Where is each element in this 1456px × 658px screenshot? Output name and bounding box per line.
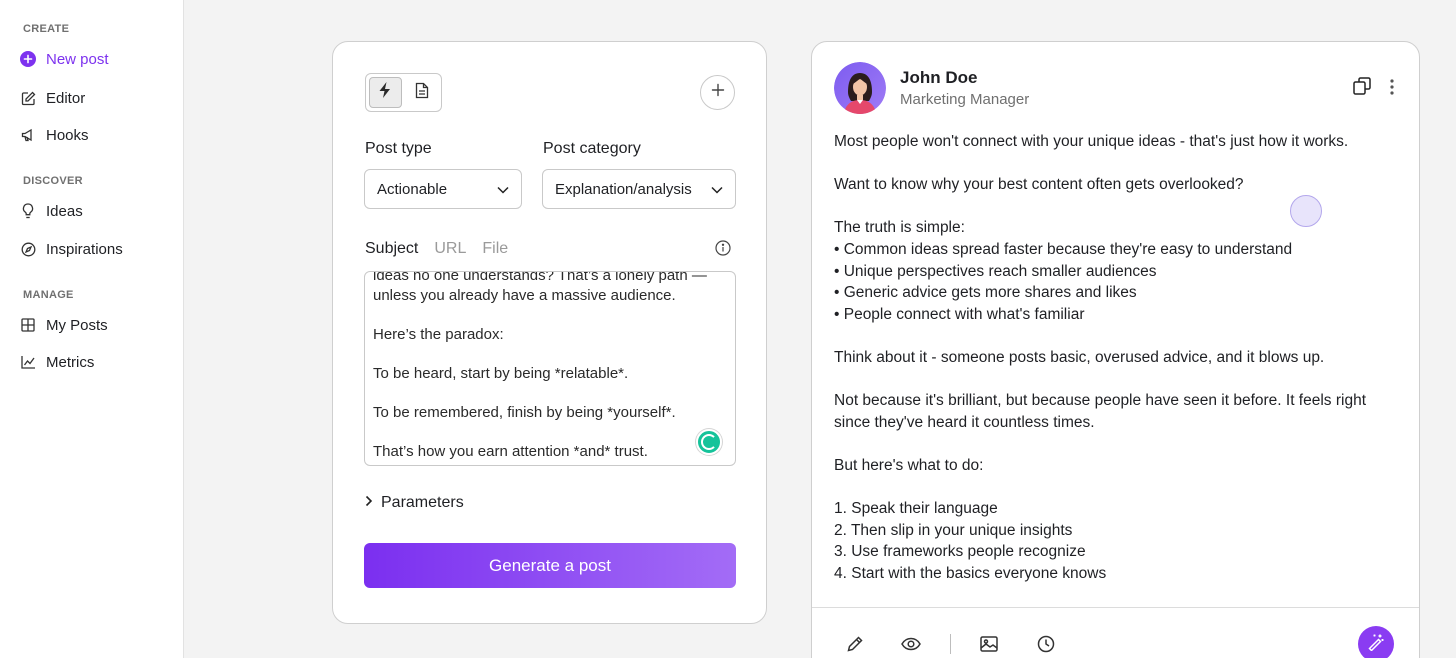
chevron-down-icon <box>497 181 509 198</box>
tab-file[interactable]: File <box>482 240 508 258</box>
sidebar-item-inspirations[interactable]: Inspirations <box>20 236 123 262</box>
post-line: 2. Then slip in your unique insights <box>834 521 1073 539</box>
preview-toolbar <box>812 607 1419 658</box>
grammarly-icon[interactable] <box>696 429 722 455</box>
document-icon <box>415 82 429 104</box>
section-label-create: CREATE <box>23 23 70 35</box>
chevron-right-icon <box>365 494 373 512</box>
toolbar-divider <box>950 634 951 654</box>
post-line: Most people won't connect with your uniq… <box>834 133 1349 150</box>
cursor-indicator <box>1290 195 1322 227</box>
post-line: 1. Speak their language <box>834 500 998 518</box>
post-line <box>834 477 1394 499</box>
sidebar-item-hooks[interactable]: Hooks <box>20 122 89 148</box>
post-line <box>834 325 1394 347</box>
plus-circle-icon <box>20 51 36 67</box>
sidebar-item-my-posts[interactable]: My Posts <box>20 312 108 338</box>
info-icon[interactable] <box>715 240 731 256</box>
sidebar-item-metrics[interactable]: Metrics <box>20 349 94 375</box>
tab-subject[interactable]: Subject <box>365 240 418 258</box>
sidebar-item-label: Metrics <box>46 353 95 371</box>
lightbulb-icon <box>20 203 36 219</box>
sidebar-item-label: Hooks <box>46 126 89 144</box>
plus-icon <box>711 83 725 102</box>
sidebar: CREATE New post Editor Hooks DISCOVER Id… <box>0 0 184 658</box>
post-line <box>834 153 1394 175</box>
subject-text: ideas no one understands? That’s a lonel… <box>373 271 725 461</box>
document-mode-button[interactable] <box>406 77 438 108</box>
sidebar-item-editor[interactable]: Editor <box>20 85 85 111</box>
ai-rewrite-button[interactable] <box>1358 626 1394 658</box>
parameters-toggle[interactable]: Parameters <box>365 494 464 512</box>
subject-line: ideas no one understands? That’s a lonel… <box>373 271 712 304</box>
post-line <box>834 433 1394 455</box>
post-line: 4. Start with the basics everyone knows <box>834 564 1107 582</box>
eye-icon[interactable] <box>900 633 922 655</box>
post-line: Want to know why your best content often… <box>834 176 1244 194</box>
chart-icon <box>20 354 36 370</box>
tab-url[interactable]: URL <box>434 240 466 258</box>
post-type-label: Post type <box>365 140 432 157</box>
subject-line: To be remembered, finish by being *yours… <box>373 403 676 421</box>
add-button[interactable] <box>700 75 735 110</box>
parameters-label: Parameters <box>381 494 464 511</box>
magic-wand-icon <box>1367 633 1385 656</box>
post-preview-card: John Doe Marketing Manager Most people w… <box>811 41 1420 658</box>
post-line: • People connect with what's familiar <box>834 305 1085 323</box>
quick-mode-button[interactable] <box>369 77 402 108</box>
sidebar-item-label: My Posts <box>46 316 108 334</box>
subject-line <box>373 383 725 403</box>
compass-icon <box>20 241 36 257</box>
subject-line <box>373 344 725 364</box>
author-role: Marketing Manager <box>900 91 1030 108</box>
copy-icon[interactable] <box>1352 76 1372 96</box>
more-options-icon[interactable] <box>1388 78 1396 96</box>
post-type-value: Actionable <box>377 180 448 198</box>
lightning-icon <box>378 81 392 104</box>
edit-pencil-icon[interactable] <box>844 633 866 655</box>
post-line: 3. Use frameworks people recognize <box>834 543 1086 561</box>
subject-line <box>373 305 725 325</box>
clock-icon[interactable] <box>1035 633 1057 655</box>
subject-line <box>373 422 725 442</box>
subject-line: Here’s the paradox: <box>373 325 504 343</box>
edit-icon <box>20 90 36 106</box>
subject-line: That’s how you earn attention *and* trus… <box>373 442 648 460</box>
grid-icon <box>20 317 36 333</box>
image-icon[interactable] <box>978 633 1000 655</box>
sidebar-item-label: New post <box>46 50 109 68</box>
source-tabs: Subject URL File <box>365 240 508 258</box>
post-type-select[interactable]: Actionable <box>364 169 522 209</box>
chevron-down-icon <box>711 181 723 198</box>
post-generator-card: Post type Actionable Post category Expla… <box>332 41 767 624</box>
post-line: Think about it - someone posts basic, ov… <box>834 348 1325 366</box>
author-name: John Doe <box>900 68 978 87</box>
section-label-discover: DISCOVER <box>23 175 83 187</box>
post-line: • Unique perspectives reach smaller audi… <box>834 262 1157 280</box>
sidebar-item-label: Editor <box>46 89 86 107</box>
post-category-label: Post category <box>543 140 641 157</box>
sidebar-item-label: Ideas <box>46 202 83 220</box>
avatar <box>834 62 886 114</box>
post-line: Not because it's brilliant, but because … <box>834 392 1367 410</box>
post-line: • Common ideas spread faster because the… <box>834 240 1293 258</box>
sidebar-item-label: Inspirations <box>46 240 123 258</box>
post-category-select[interactable]: Explanation/analysis <box>542 169 736 209</box>
post-line: • Generic advice gets more shares and li… <box>834 284 1137 302</box>
post-line: since they've heard it countless times. <box>834 413 1095 431</box>
post-line <box>834 369 1394 391</box>
subject-textarea[interactable]: ideas no one understands? That’s a lonel… <box>364 271 736 466</box>
generate-post-button[interactable]: Generate a post <box>364 543 736 588</box>
sidebar-item-ideas[interactable]: Ideas <box>20 198 83 224</box>
megaphone-icon <box>20 127 36 143</box>
post-line: But here's what to do: <box>834 456 984 474</box>
section-label-manage: MANAGE <box>23 289 74 301</box>
subject-line: To be heard, start by being *relatable*. <box>373 364 629 382</box>
sidebar-item-new-post[interactable]: New post <box>20 46 109 72</box>
post-category-value: Explanation/analysis <box>555 180 692 198</box>
mode-toggle <box>365 73 442 112</box>
